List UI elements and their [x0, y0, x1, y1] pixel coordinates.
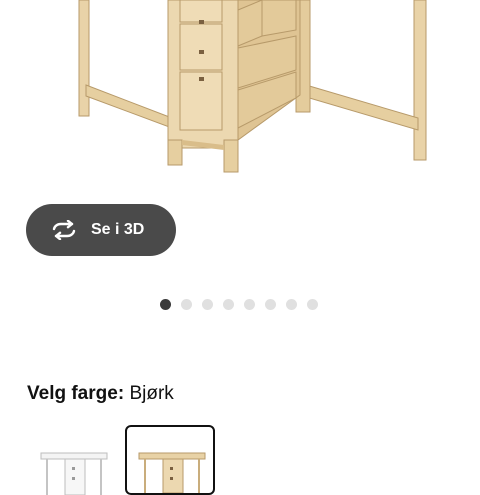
carousel-dot-5[interactable] — [244, 299, 255, 310]
product-image[interactable] — [0, 0, 480, 200]
carousel-dot-3[interactable] — [202, 299, 213, 310]
carousel-dot-4[interactable] — [223, 299, 234, 310]
carousel-pagination — [160, 299, 318, 310]
carousel-dot-2[interactable] — [181, 299, 192, 310]
birch-table-thumbnail — [138, 452, 206, 493]
gateleg-table-illustration — [78, 0, 427, 173]
selected-color-value: Bjørk — [129, 383, 174, 404]
white-table-thumbnail — [40, 452, 108, 495]
color-selection-label: Velg farge: — [27, 383, 125, 404]
color-swatch-white[interactable] — [35, 425, 125, 495]
view-in-3d-button[interactable]: Se i 3D — [26, 204, 176, 256]
rotate-3d-icon — [52, 220, 76, 240]
carousel-dot-1[interactable] — [160, 299, 171, 310]
view-in-3d-label: Se i 3D — [91, 221, 145, 238]
carousel-dot-7[interactable] — [286, 299, 297, 310]
carousel-dot-8[interactable] — [307, 299, 318, 310]
color-selection-heading: Velg farge: Bjørk — [27, 383, 174, 405]
color-swatch-birch[interactable] — [125, 425, 215, 495]
carousel-dot-6[interactable] — [265, 299, 276, 310]
